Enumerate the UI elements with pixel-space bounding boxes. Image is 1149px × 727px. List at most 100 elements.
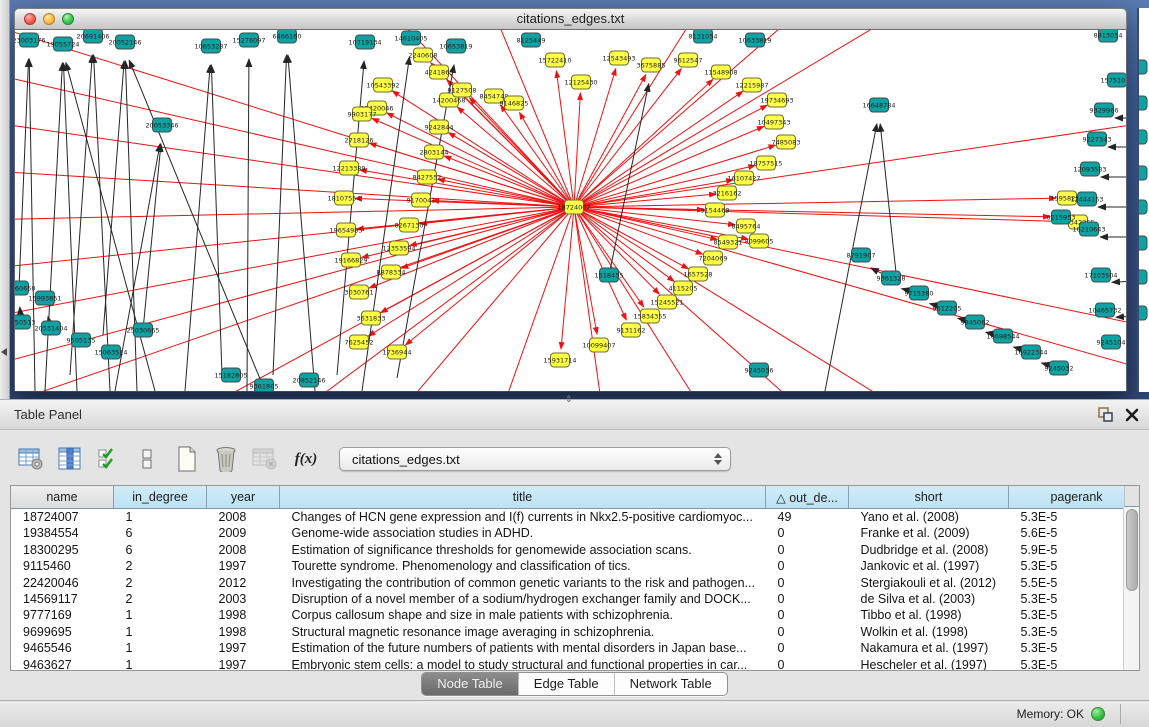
- close-panel-icon[interactable]: [1125, 408, 1139, 422]
- network-node[interactable]: 9950513: [15, 315, 35, 329]
- network-node[interactable]: 20052146: [108, 35, 141, 49]
- network-node[interactable]: 8813054: [1094, 30, 1123, 42]
- network-node[interactable]: 26260650: [15, 281, 36, 295]
- table-cell[interactable]: 9777169: [11, 607, 114, 623]
- select-columns-icon[interactable]: [94, 444, 124, 474]
- table-cell[interactable]: 5.3E-5: [1009, 558, 1141, 574]
- table-cell[interactable]: Disruption of a novel member of a sodium…: [280, 591, 766, 607]
- table-cell[interactable]: 9699695: [11, 624, 114, 640]
- delete-table-icon[interactable]: [250, 444, 280, 474]
- table-row[interactable]: 1456911722003Disruption of a novel membe…: [11, 591, 1140, 607]
- table-cell[interactable]: 1: [114, 640, 207, 656]
- red-edge[interactable]: [574, 207, 644, 307]
- red-edge[interactable]: [15, 207, 574, 220]
- network-node[interactable]: 12093583: [1073, 162, 1106, 176]
- scrollbar-thumb[interactable]: [1126, 509, 1138, 591]
- table-cell[interactable]: 5.3E-5: [1009, 509, 1141, 526]
- table-row[interactable]: 1872400712008Changes of HCN gene express…: [11, 509, 1140, 526]
- table-cell[interactable]: 2008: [207, 542, 280, 558]
- network-node[interactable]: 16648784: [862, 98, 895, 112]
- red-edge[interactable]: [574, 79, 713, 207]
- collapse-arrow-icon[interactable]: [1, 348, 7, 356]
- network-node[interactable]: 18757515: [749, 156, 782, 170]
- red-edge[interactable]: [15, 207, 574, 320]
- create-column-icon[interactable]: [172, 444, 202, 474]
- red-edge[interactable]: [561, 207, 574, 349]
- black-edge[interactable]: [29, 59, 35, 391]
- table-cell[interactable]: Estimation of the future numbers of pati…: [280, 640, 766, 656]
- table-cell[interactable]: Structural magnetic resonance image aver…: [280, 624, 766, 640]
- table-cell[interactable]: 1: [114, 624, 207, 640]
- table-cell[interactable]: 2012: [207, 575, 280, 591]
- network-node[interactable]: 19654985: [329, 223, 362, 237]
- network-node[interactable]: 10633819: [738, 33, 771, 47]
- network-node[interactable]: 7204069: [699, 251, 728, 265]
- table-row[interactable]: 1938455462009Genome-wide association stu…: [11, 525, 1140, 541]
- table-cell[interactable]: 9463627: [11, 657, 114, 671]
- network-canvas[interactable]: 1872400722406084241865142004689242844280…: [14, 30, 1127, 391]
- table-cell[interactable]: 1: [114, 657, 207, 671]
- red-edge[interactable]: [165, 207, 574, 391]
- table-row[interactable]: 946554611997Estimation of the future num…: [11, 640, 1140, 656]
- table-cell[interactable]: Estimation of significance thresholds fo…: [280, 542, 766, 558]
- black-edge[interactable]: [70, 55, 92, 375]
- network-node[interactable]: 20531404: [34, 321, 67, 335]
- network-node[interactable]: 8267130: [395, 218, 424, 232]
- tab-node-table[interactable]: Node Table: [422, 673, 518, 695]
- show-columns-icon[interactable]: [55, 444, 85, 474]
- network-node[interactable]: 4241865: [425, 65, 454, 79]
- black-edge[interactable]: [94, 55, 110, 391]
- table-cell[interactable]: Genome-wide association studies in ADHD.: [280, 525, 766, 541]
- control-panel-collapsed-strip[interactable]: [0, 0, 10, 399]
- row-height-icon[interactable]: [133, 444, 163, 474]
- network-node[interactable]: 2718126: [345, 133, 374, 147]
- network-node[interactable]: 16107427: [727, 171, 760, 185]
- network-node[interactable]: 3675885: [637, 58, 666, 72]
- network-node[interactable]: 10653819: [439, 39, 472, 53]
- table-cell[interactable]: 5.6E-5: [1009, 525, 1141, 541]
- column-header-out_de[interactable]: △ out_de...: [766, 486, 849, 509]
- table-row[interactable]: 946362711997Embryonic stem cells: a mode…: [11, 657, 1140, 671]
- network-node[interactable]: 23003176: [15, 33, 46, 47]
- panel-resize-handle[interactable]: ⇕: [565, 394, 573, 405]
- network-node[interactable]: 1518455: [595, 268, 624, 282]
- network-node[interactable]: 19734693: [760, 93, 793, 107]
- memory-status-icon[interactable]: [1091, 707, 1105, 721]
- network-node[interactable]: 16922344: [1014, 345, 1047, 359]
- table-cell[interactable]: 0: [766, 640, 849, 656]
- table-cell[interactable]: 0: [766, 607, 849, 623]
- network-node[interactable]: 20053346: [145, 118, 178, 132]
- network-node[interactable]: 20852146: [292, 373, 325, 387]
- table-cell[interactable]: de Silva et al. (2003): [849, 591, 1009, 607]
- table-cell[interactable]: 2008: [207, 509, 280, 526]
- black-edge[interactable]: [125, 61, 137, 391]
- network-node[interactable]: 8427552: [413, 170, 442, 184]
- close-window-button[interactable]: [24, 13, 36, 25]
- network-node[interactable]: 10543392: [366, 78, 399, 92]
- red-edge[interactable]: [372, 118, 574, 207]
- network-node[interactable]: 8125449: [517, 33, 546, 47]
- table-cell[interactable]: 5.9E-5: [1009, 542, 1141, 558]
- black-edge[interactable]: [1116, 315, 1126, 317]
- table-cell[interactable]: Stergiakouli et al. (2012): [849, 575, 1009, 591]
- red-edge[interactable]: [574, 198, 1056, 207]
- table-cell[interactable]: Investigating the contribution of common…: [280, 575, 766, 591]
- network-node[interactable]: 15182805: [214, 368, 247, 382]
- column-header-pagerank[interactable]: pagerank: [1009, 486, 1141, 509]
- red-edge[interactable]: [15, 170, 574, 207]
- table-cell[interactable]: 0: [766, 591, 849, 607]
- table-cell[interactable]: 1998: [207, 607, 280, 623]
- table-cell[interactable]: 2003: [207, 591, 280, 607]
- network-node[interactable]: 3216162: [713, 186, 742, 200]
- network-graph[interactable]: 1872400722406084241865142004689242844280…: [15, 30, 1126, 391]
- network-node[interactable]: 9329966: [1090, 103, 1119, 117]
- column-header-short[interactable]: short: [849, 486, 1009, 509]
- network-node[interactable]: 9612547: [674, 53, 703, 67]
- black-edge[interactable]: [288, 55, 315, 391]
- network-node[interactable]: 9245036: [745, 363, 774, 377]
- table-cell[interactable]: 0: [766, 525, 849, 541]
- network-node[interactable]: 12125430: [564, 75, 597, 89]
- table-cell[interactable]: 2: [114, 591, 207, 607]
- table-row[interactable]: 911546021997Tourette syndrome. Phenomeno…: [11, 558, 1140, 574]
- background-network-window[interactable]: [1137, 8, 1149, 392]
